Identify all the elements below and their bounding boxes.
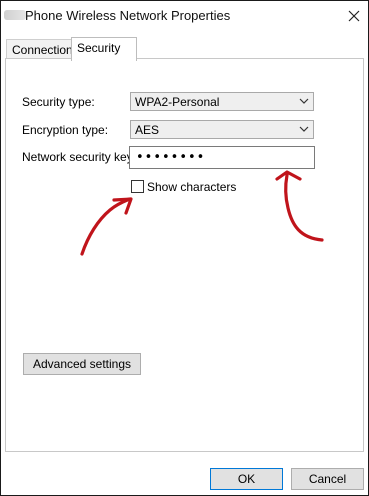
cancel-button[interactable]: Cancel: [291, 468, 364, 490]
security-type-value: WPA2-Personal: [135, 95, 220, 109]
tab-connection[interactable]: Connection: [6, 39, 78, 60]
ok-button[interactable]: OK: [210, 468, 283, 490]
chevron-down-icon: [299, 126, 309, 132]
network-key-label: Network security key: [22, 150, 133, 164]
title-bar: Phone Wireless Network Properties: [1, 1, 368, 31]
network-key-value: ••••••••: [136, 150, 206, 165]
network-key-input[interactable]: ••••••••: [129, 146, 315, 169]
show-characters-checkbox[interactable]: [131, 180, 144, 193]
security-type-select[interactable]: WPA2-Personal: [130, 92, 314, 111]
encryption-type-select[interactable]: AES: [130, 120, 314, 139]
show-characters-label[interactable]: Show characters: [147, 180, 236, 194]
window-title: Phone Wireless Network Properties: [25, 8, 231, 23]
chevron-down-icon: [299, 98, 309, 104]
tab-security[interactable]: Security: [71, 37, 137, 61]
advanced-settings-button[interactable]: Advanced settings: [23, 353, 141, 375]
dialog-window: Phone Wireless Network Properties Connec…: [0, 0, 369, 496]
close-button[interactable]: [343, 5, 365, 27]
encryption-type-value: AES: [135, 123, 160, 137]
close-icon: [348, 10, 360, 22]
security-panel: [5, 58, 364, 452]
security-type-label: Security type:: [22, 95, 95, 109]
title-redaction: [4, 10, 26, 20]
encryption-type-label: Encryption type:: [22, 123, 109, 137]
